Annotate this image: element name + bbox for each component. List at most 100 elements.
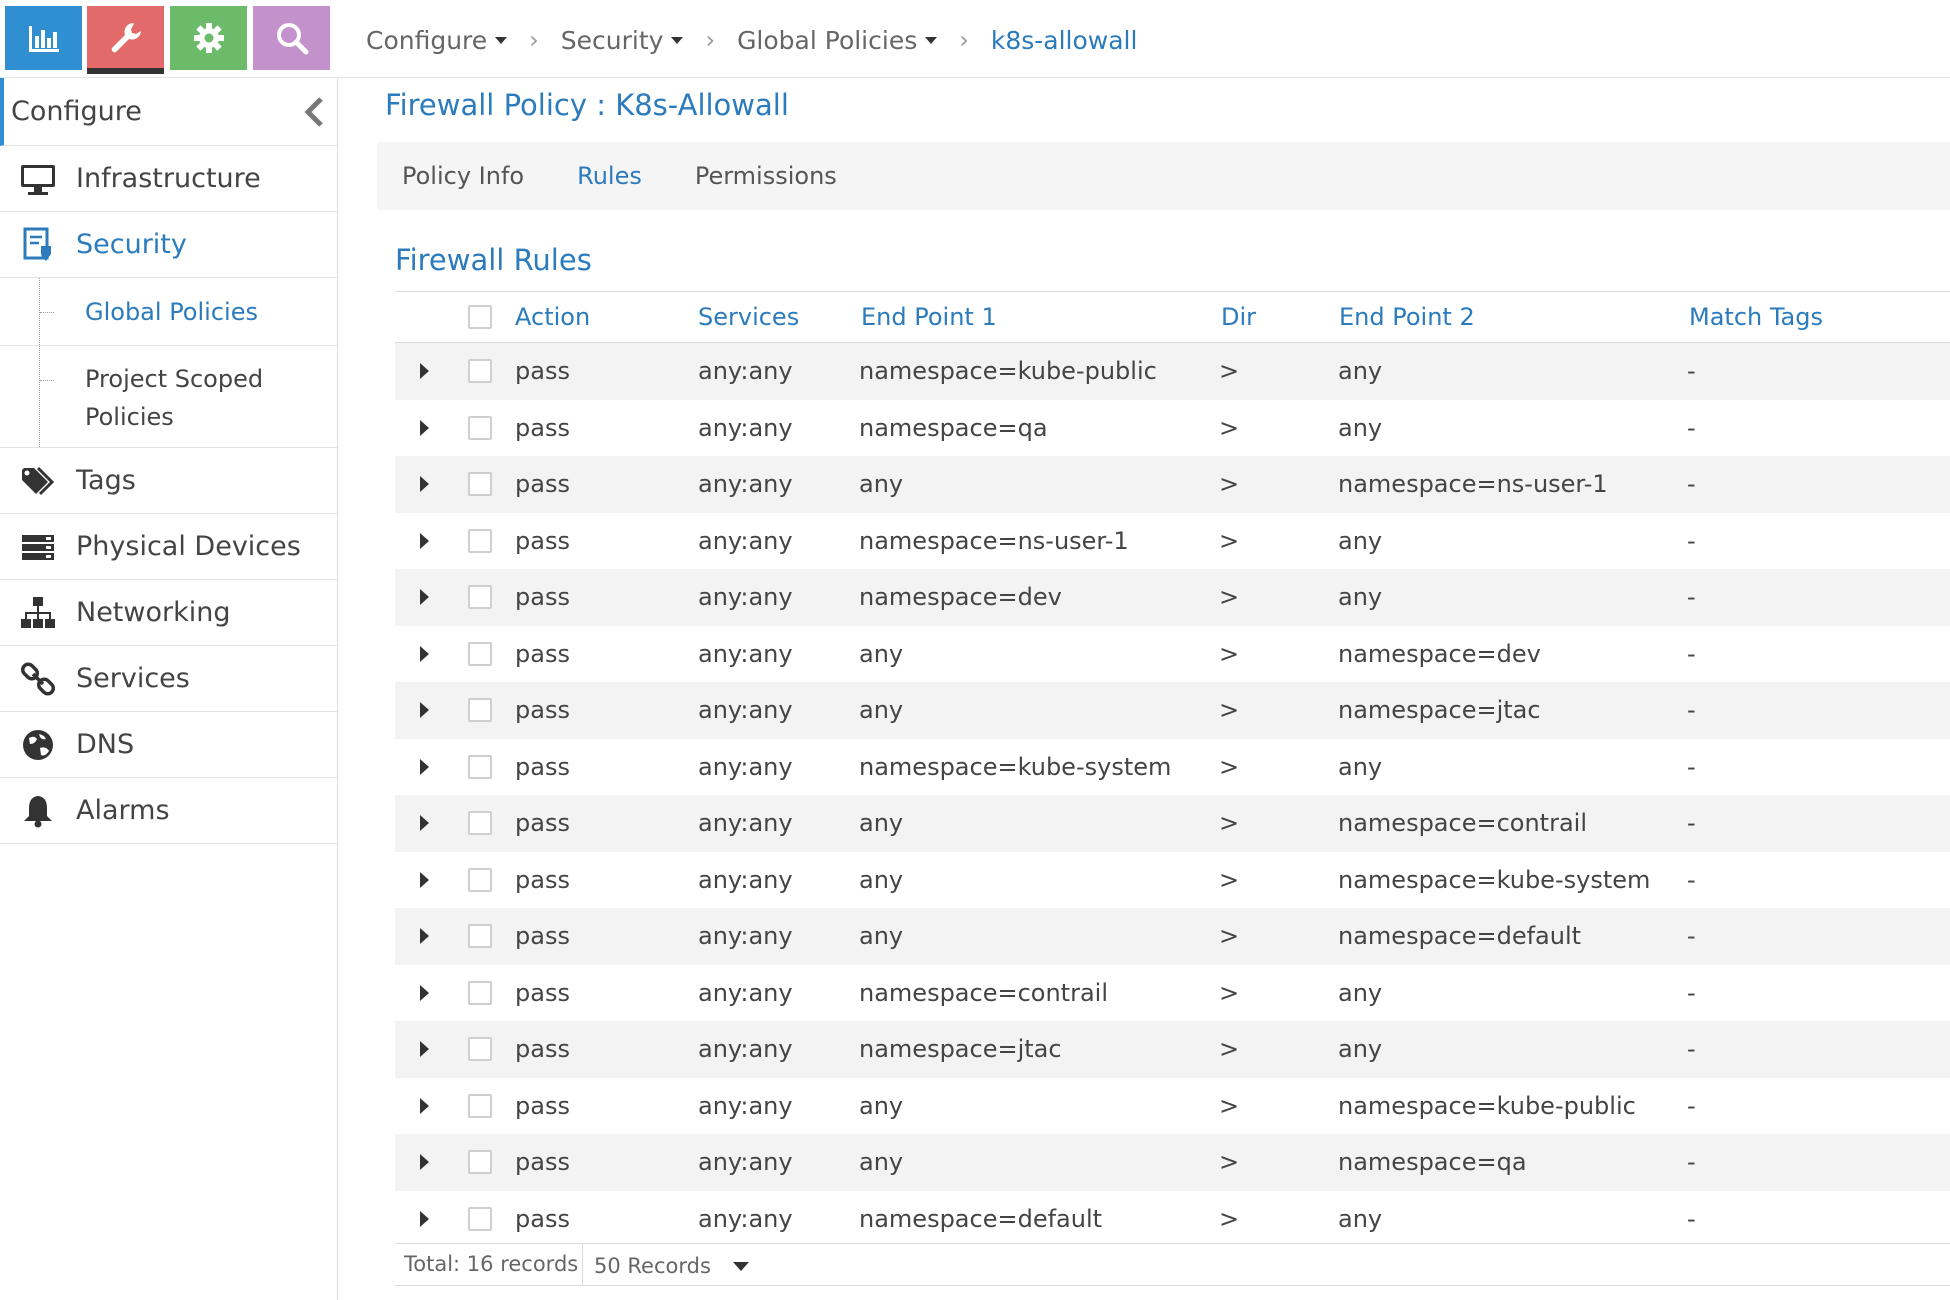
row-checkbox[interactable] [468, 1206, 492, 1231]
row-expander[interactable] [420, 1191, 429, 1248]
breadcrumb-global-policies[interactable]: Global Policies [737, 26, 938, 55]
sidebar-item-tags[interactable]: Tags [0, 448, 337, 514]
table-row[interactable]: pass any:any namespace=ns-user-1 > any - [395, 513, 1950, 570]
settings-menu-button[interactable] [170, 6, 247, 70]
network-tree-icon [18, 593, 58, 633]
row-checkbox[interactable] [468, 415, 492, 440]
table-row[interactable]: pass any:any any > namespace=jtac - [395, 682, 1950, 739]
table-row[interactable]: pass any:any namespace=kube-system > any - [395, 739, 1950, 796]
sidebar-item-networking[interactable]: Networking [0, 580, 337, 646]
column-header-services[interactable]: Services [698, 292, 799, 342]
select-all-checkbox[interactable] [468, 305, 492, 329]
rule-action: pass [515, 526, 570, 555]
column-header-end-point-1[interactable]: End Point 1 [861, 292, 997, 342]
row-expander[interactable] [420, 739, 429, 796]
search-icon [276, 23, 308, 55]
table-row[interactable]: pass any:any namespace=kube-public > any - [395, 343, 1950, 400]
row-select-cell [468, 1078, 492, 1135]
table-row[interactable]: pass any:any namespace=qa > any - [395, 400, 1950, 457]
table-row[interactable]: pass any:any namespace=jtac > any - [395, 1021, 1950, 1078]
row-expander[interactable] [420, 682, 429, 739]
row-expander[interactable] [420, 400, 429, 457]
row-expander[interactable] [420, 513, 429, 570]
sidebar-subitem-global-policies[interactable]: Global Policies [0, 278, 337, 346]
column-header-action[interactable]: Action [515, 292, 590, 342]
column-header-dir[interactable]: Dir [1221, 292, 1256, 342]
row-expander[interactable] [420, 626, 429, 683]
configure-menu-button[interactable] [87, 6, 164, 70]
row-expander[interactable] [420, 1078, 429, 1135]
caret-right-icon [420, 1210, 429, 1227]
monitor-menu-button[interactable] [5, 6, 82, 70]
caret-right-icon [420, 419, 429, 436]
row-expander[interactable] [420, 569, 429, 626]
table-row[interactable]: pass any:any any > namespace=kube-system - [395, 852, 1950, 909]
row-expander[interactable] [420, 1021, 429, 1078]
tab-policy-info[interactable]: Policy Info [402, 162, 524, 190]
row-checkbox[interactable] [468, 867, 492, 892]
sidebar-item-dns[interactable]: DNS [0, 712, 337, 778]
table-row[interactable]: pass any:any any > namespace=qa - [395, 1134, 1950, 1191]
sidebar-item-security[interactable]: Security [0, 212, 337, 278]
table-row[interactable]: pass any:any namespace=default > any - [395, 1191, 1950, 1248]
breadcrumb-security[interactable]: Security [561, 26, 684, 55]
collapse-chevron-icon[interactable] [301, 96, 329, 128]
row-checkbox[interactable] [468, 528, 492, 553]
row-checkbox[interactable] [468, 359, 492, 384]
column-header-match-tags[interactable]: Match Tags [1689, 292, 1823, 342]
rule-end-point-2: any [1338, 752, 1383, 781]
row-checkbox[interactable] [468, 1037, 492, 1062]
breadcrumb-current[interactable]: k8s-allowall [991, 26, 1138, 55]
row-checkbox[interactable] [468, 1150, 492, 1175]
sidebar-item-services[interactable]: Services [0, 646, 337, 712]
row-expander[interactable] [420, 965, 429, 1022]
page-size-select[interactable]: 50 Records [594, 1254, 749, 1278]
rule-match-tags: - [1687, 978, 1696, 1007]
sidebar-subitem-project-scoped-policies[interactable]: Project Scoped Policies [0, 346, 337, 448]
page-title: Firewall Policy : K8s-Allowall [385, 88, 789, 122]
row-checkbox[interactable] [468, 924, 492, 949]
row-expander[interactable] [420, 343, 429, 400]
row-checkbox[interactable] [468, 472, 492, 497]
tab-rules[interactable]: Rules [577, 162, 642, 190]
rule-direction: > [1219, 1204, 1240, 1233]
row-checkbox[interactable] [468, 585, 492, 610]
row-expander[interactable] [420, 852, 429, 909]
rule-direction: > [1219, 1148, 1240, 1177]
row-expander[interactable] [420, 456, 429, 513]
row-checkbox[interactable] [468, 1093, 492, 1118]
sidebar-item-infrastructure[interactable]: Infrastructure [0, 146, 337, 212]
rule-services: any:any [698, 752, 793, 781]
sidebar-item-alarms[interactable]: Alarms [0, 778, 337, 844]
row-select-cell [468, 513, 492, 570]
rule-action: pass [515, 1091, 570, 1120]
breadcrumb-configure[interactable]: Configure [366, 26, 508, 55]
rule-action: pass [515, 1035, 570, 1064]
row-checkbox[interactable] [468, 754, 492, 779]
tab-permissions[interactable]: Permissions [695, 162, 837, 190]
row-checkbox[interactable] [468, 811, 492, 836]
column-header-end-point-2[interactable]: End Point 2 [1339, 292, 1475, 342]
row-expander[interactable] [420, 1134, 429, 1191]
rule-services: any:any [698, 639, 793, 668]
rule-end-point-1: any [859, 639, 904, 668]
caret-right-icon [420, 702, 429, 719]
row-expander[interactable] [420, 795, 429, 852]
table-row[interactable]: pass any:any namespace=contrail > any - [395, 965, 1950, 1022]
caret-right-icon [420, 589, 429, 606]
rule-match-tags: - [1687, 696, 1696, 725]
table-row[interactable]: pass any:any any > namespace=ns-user-1 - [395, 456, 1950, 513]
table-row[interactable]: pass any:any namespace=dev > any - [395, 569, 1950, 626]
query-menu-button[interactable] [253, 6, 330, 70]
table-row[interactable]: pass any:any any > namespace=default - [395, 908, 1950, 965]
row-checkbox[interactable] [468, 698, 492, 723]
table-row[interactable]: pass any:any any > namespace=contrail - [395, 795, 1950, 852]
row-checkbox[interactable] [468, 980, 492, 1005]
table-row[interactable]: pass any:any any > namespace=dev - [395, 626, 1950, 683]
table-row[interactable]: pass any:any any > namespace=kube-public - [395, 1078, 1950, 1135]
row-checkbox[interactable] [468, 641, 492, 666]
sidebar-item-physical-devices[interactable]: Physical Devices [0, 514, 337, 580]
rule-end-point-2: namespace=ns-user-1 [1338, 470, 1608, 499]
rule-end-point-1: namespace=qa [859, 413, 1048, 442]
row-expander[interactable] [420, 908, 429, 965]
